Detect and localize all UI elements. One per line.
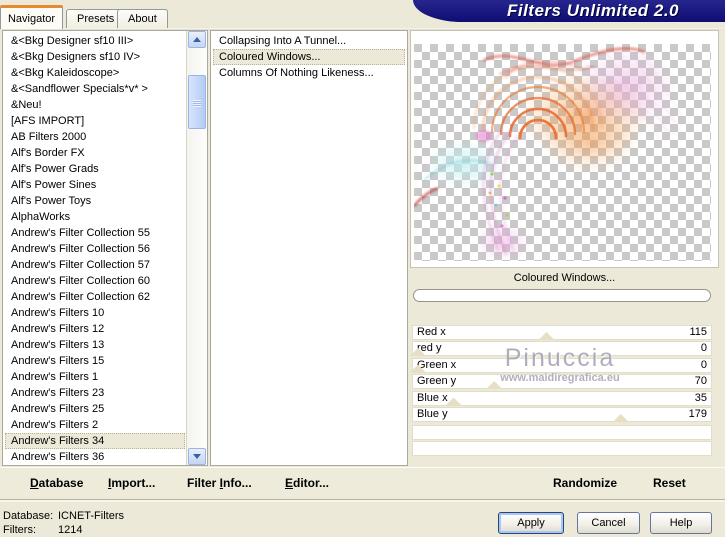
list-item[interactable]: Alf's Power Grads xyxy=(5,161,185,177)
list-item[interactable]: Alf's Power Toys xyxy=(5,193,185,209)
app-title: Filters Unlimited 2.0 xyxy=(506,1,680,20)
slider-value: 115 xyxy=(689,326,707,338)
slider-empty-1 xyxy=(413,425,711,439)
database-status-label: Database: xyxy=(3,510,54,522)
slider-green-x[interactable]: Green x 0 xyxy=(410,358,711,373)
slider-label: Blue x xyxy=(417,391,448,404)
scroll-down-button[interactable] xyxy=(188,448,206,465)
editor-button[interactable]: Editor... xyxy=(285,476,329,490)
list-item[interactable]: &<Bkg Kaleidoscope> xyxy=(5,65,185,81)
slider-label: Blue y xyxy=(417,408,448,420)
category-scrollbar[interactable] xyxy=(186,31,207,465)
slider-value: 35 xyxy=(694,391,707,404)
cancel-button[interactable]: Cancel xyxy=(577,512,640,534)
scroll-up-button[interactable] xyxy=(188,31,206,48)
category-list[interactable]: &<Bkg Designer sf10 III> &<Bkg Designers … xyxy=(2,30,208,466)
list-item[interactable]: Andrew's Filter Collection 55 xyxy=(5,225,185,241)
slider-green-y[interactable]: Green y 70 xyxy=(413,375,711,389)
slider-blue-y[interactable]: Blue y 179 xyxy=(413,408,711,422)
slider-red-x[interactable]: Red x 115 xyxy=(413,326,711,340)
list-item[interactable]: Andrew's Filters 12 xyxy=(5,321,185,337)
tab-navigator-label: Navigator xyxy=(7,12,56,25)
list-item[interactable]: Alf's Power Sines xyxy=(5,177,185,193)
slider-thumb[interactable] xyxy=(445,397,462,406)
list-item[interactable]: Andrew's Filters 13 xyxy=(5,337,185,353)
list-item[interactable]: [AFS IMPORT] xyxy=(5,113,185,129)
list-item[interactable]: Andrew's Filter Collection 60 xyxy=(5,273,185,289)
list-item[interactable]: &<Sandflower Specials*v* > xyxy=(5,81,185,97)
chevron-up-icon xyxy=(193,37,201,42)
preview-image xyxy=(414,44,711,261)
slider-value: 0 xyxy=(700,358,707,371)
chevron-down-icon xyxy=(193,454,201,459)
slider-empty-2 xyxy=(413,442,711,455)
list-item[interactable]: Andrew's Filter Collection 62 xyxy=(5,289,185,305)
grip-icon xyxy=(193,100,201,107)
database-status-value: ICNET-Filters xyxy=(58,510,124,522)
slider-thumb[interactable] xyxy=(612,414,629,422)
slider-blue-x[interactable]: Blue x 35 xyxy=(413,391,711,406)
list-item[interactable]: Andrew's Filters 36 xyxy=(5,449,185,465)
list-item[interactable]: Andrew's Filters 25 xyxy=(5,401,185,417)
list-item[interactable]: Andrew's Filter Collection 57 xyxy=(5,257,185,273)
tab-about-label: About xyxy=(128,13,157,25)
progress-bar xyxy=(413,289,711,302)
scrollbar-thumb[interactable] xyxy=(188,75,206,129)
slider-thumb[interactable] xyxy=(486,381,503,389)
slider-label: Green y xyxy=(417,375,457,387)
list-item[interactable]: Andrew's Filters 23 xyxy=(5,385,185,401)
title-band: Filters Unlimited 2.0 xyxy=(413,0,725,22)
list-item[interactable]: Collapsing Into A Tunnel... xyxy=(213,33,405,49)
list-item[interactable]: AlphaWorks xyxy=(5,209,185,225)
selected-filter-name: Coloured Windows... xyxy=(513,272,616,284)
list-item[interactable]: Andrew's Filters 15 xyxy=(5,353,185,369)
tab-presets-label: Presets xyxy=(77,13,115,25)
filter-info-button[interactable]: Filter Info... xyxy=(187,476,252,490)
apply-button[interactable]: Apply xyxy=(498,512,564,534)
import-button[interactable]: Import... xyxy=(108,476,155,490)
preview-panel xyxy=(410,30,719,268)
list-item[interactable]: Andrew's Filter Collection 56 xyxy=(5,241,185,257)
filters-status-value: 1214 xyxy=(58,524,83,536)
list-item[interactable]: &<Bkg Designer sf10 III> xyxy=(5,33,185,49)
filter-list[interactable]: Collapsing Into A Tunnel... Coloured Wind… xyxy=(210,30,408,466)
list-item[interactable]: Columns Of Nothing Likeness... xyxy=(213,65,405,81)
slider-label: Red x xyxy=(417,326,446,338)
slider-thumb[interactable] xyxy=(538,332,555,340)
list-item[interactable]: Andrew's Filters 10 xyxy=(5,305,185,321)
slider-value: 179 xyxy=(688,408,707,420)
tab-navigator[interactable]: Navigator xyxy=(0,5,63,29)
randomize-button[interactable]: Randomize xyxy=(553,476,617,490)
database-button[interactable]: Database xyxy=(30,476,83,490)
list-item[interactable]: Alf's Border FX xyxy=(5,145,185,161)
slider-red-y[interactable]: red y 0 xyxy=(410,342,711,356)
help-button[interactable]: Help xyxy=(650,512,712,534)
list-item[interactable]: Andrew's Filters 2 xyxy=(5,417,185,433)
list-item[interactable]: Andrew's Filters 34 xyxy=(5,433,185,449)
filters-status-label: Filters: xyxy=(3,524,36,536)
list-item[interactable]: Andrew's Filters 1 xyxy=(5,369,185,385)
list-item[interactable]: &<Bkg Designers sf10 IV> xyxy=(5,49,185,65)
slider-value: 0 xyxy=(700,342,707,354)
list-item[interactable]: &Neu! xyxy=(5,97,185,113)
list-item[interactable]: Coloured Windows... xyxy=(213,49,405,65)
list-item[interactable]: AB Filters 2000 xyxy=(5,129,185,145)
tab-about[interactable]: About xyxy=(117,9,168,28)
reset-button[interactable]: Reset xyxy=(653,476,686,490)
toolbar: Database Import... Filter Info... Editor… xyxy=(0,467,725,500)
slider-value: 70 xyxy=(694,375,707,387)
